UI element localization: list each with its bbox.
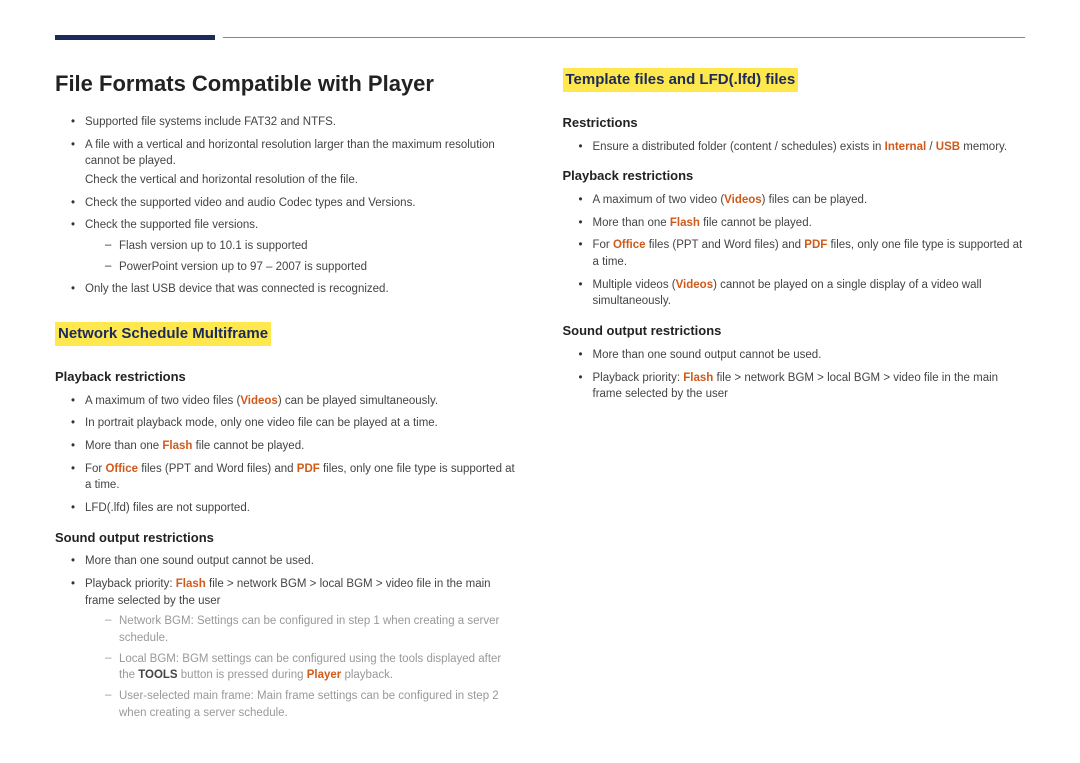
intro-list: Supported file systems include FAT32 and… — [55, 114, 518, 298]
highlight-text: USB — [936, 141, 960, 153]
highlight-text: PDF — [804, 239, 827, 251]
sub-heading-playback-r: Playback restrictions — [563, 167, 1026, 186]
highlight-text: Videos — [724, 194, 762, 206]
list-item: More than one sound output cannot be use… — [67, 553, 518, 570]
content-columns: File Formats Compatible with Player Supp… — [55, 68, 1025, 727]
highlight-text: Videos — [240, 395, 278, 407]
highlight-text: Player — [307, 669, 342, 681]
highlight-text: Videos — [676, 279, 714, 291]
sub-heading-restrictions: Restrictions — [563, 114, 1026, 133]
text: / — [926, 141, 936, 153]
text: Playback priority: — [593, 372, 684, 384]
sub-list: Flash version up to 10.1 is supported Po… — [85, 238, 518, 275]
list-item: Ensure a distributed folder (content / s… — [575, 139, 1026, 156]
list-item: PowerPoint version up to 97 – 2007 is su… — [103, 259, 518, 276]
list-item: A maximum of two video (Videos) files ca… — [575, 192, 1026, 209]
text: ) files can be played. — [762, 194, 867, 206]
sub-heading-sound-r: Sound output restrictions — [563, 322, 1026, 341]
header-divider — [223, 37, 1025, 38]
highlight-text: Flash — [683, 372, 713, 384]
list-item: Check the supported file versions. Flash… — [67, 217, 518, 275]
highlight-text: Internal — [885, 141, 927, 153]
playback-list-r: A maximum of two video (Videos) files ca… — [563, 192, 1026, 310]
text: file cannot be played. — [700, 217, 812, 229]
highlight-text: Flash — [670, 217, 700, 229]
list-item: A maximum of two video files (Videos) ca… — [67, 393, 518, 410]
section-heading-network: Network Schedule Multiframe — [55, 322, 271, 346]
text: A file with a vertical and horizontal re… — [85, 139, 495, 168]
highlight-text: Flash — [176, 578, 206, 590]
highlight-text: Flash — [162, 440, 192, 452]
sound-list: More than one sound output cannot be use… — [55, 553, 518, 721]
text: files (PPT and Word files) and — [138, 463, 297, 475]
list-item: For Office files (PPT and Word files) an… — [67, 461, 518, 494]
list-item: Multiple videos (Videos) cannot be playe… — [575, 277, 1026, 310]
text: ) can be played simultaneously. — [278, 395, 438, 407]
list-item: For Office files (PPT and Word files) an… — [575, 237, 1026, 270]
text: A maximum of two video files ( — [85, 395, 240, 407]
list-item: More than one sound output cannot be use… — [575, 347, 1026, 364]
highlight-text: Office — [613, 239, 646, 251]
list-item: In portrait playback mode, only one vide… — [67, 415, 518, 432]
playback-list: A maximum of two video files (Videos) ca… — [55, 393, 518, 517]
accent-bar — [55, 35, 215, 40]
text: Check the supported file versions. — [85, 219, 258, 231]
restrictions-list: Ensure a distributed folder (content / s… — [563, 139, 1026, 156]
list-item: Playback priority: Flash file > network … — [67, 576, 518, 721]
text: More than one — [85, 440, 162, 452]
right-column: Template files and LFD(.lfd) files Restr… — [563, 68, 1026, 727]
list-item: Network BGM: Settings can be configured … — [103, 613, 518, 646]
text: For — [85, 463, 105, 475]
text: For — [593, 239, 613, 251]
text: Multiple videos ( — [593, 279, 676, 291]
list-item: A file with a vertical and horizontal re… — [67, 137, 518, 189]
text: A maximum of two video ( — [593, 194, 725, 206]
page-title: File Formats Compatible with Player — [55, 68, 518, 100]
text: file cannot be played. — [192, 440, 304, 452]
section-heading-template: Template files and LFD(.lfd) files — [563, 68, 799, 92]
text: Playback priority: — [85, 578, 176, 590]
sound-list-r: More than one sound output cannot be use… — [563, 347, 1026, 403]
text: More than one — [593, 217, 670, 229]
list-item: User-selected main frame: Main frame set… — [103, 688, 518, 721]
sub-list: Network BGM: Settings can be configured … — [85, 613, 518, 721]
sub-heading-playback: Playback restrictions — [55, 368, 518, 387]
highlight-text: PDF — [297, 463, 320, 475]
list-item: Playback priority: Flash file > network … — [575, 370, 1026, 403]
list-item: Local BGM: BGM settings can be configure… — [103, 651, 518, 684]
text: Ensure a distributed folder (content / s… — [593, 141, 885, 153]
text-note: Check the vertical and horizontal resolu… — [85, 172, 518, 189]
sub-heading-sound: Sound output restrictions — [55, 529, 518, 548]
list-item: Flash version up to 10.1 is supported — [103, 238, 518, 255]
text: button is pressed during — [178, 669, 307, 681]
list-item: Only the last USB device that was connec… — [67, 281, 518, 298]
text: memory. — [960, 141, 1007, 153]
text: playback. — [341, 669, 393, 681]
highlight-text: Office — [105, 463, 138, 475]
list-item: More than one Flash file cannot be playe… — [575, 215, 1026, 232]
bold-text: TOOLS — [138, 669, 177, 681]
text: files (PPT and Word files) and — [646, 239, 805, 251]
page-header — [55, 35, 1025, 40]
list-item: Check the supported video and audio Code… — [67, 195, 518, 212]
list-item: Supported file systems include FAT32 and… — [67, 114, 518, 131]
list-item: LFD(.lfd) files are not supported. — [67, 500, 518, 517]
left-column: File Formats Compatible with Player Supp… — [55, 68, 518, 727]
list-item: More than one Flash file cannot be playe… — [67, 438, 518, 455]
